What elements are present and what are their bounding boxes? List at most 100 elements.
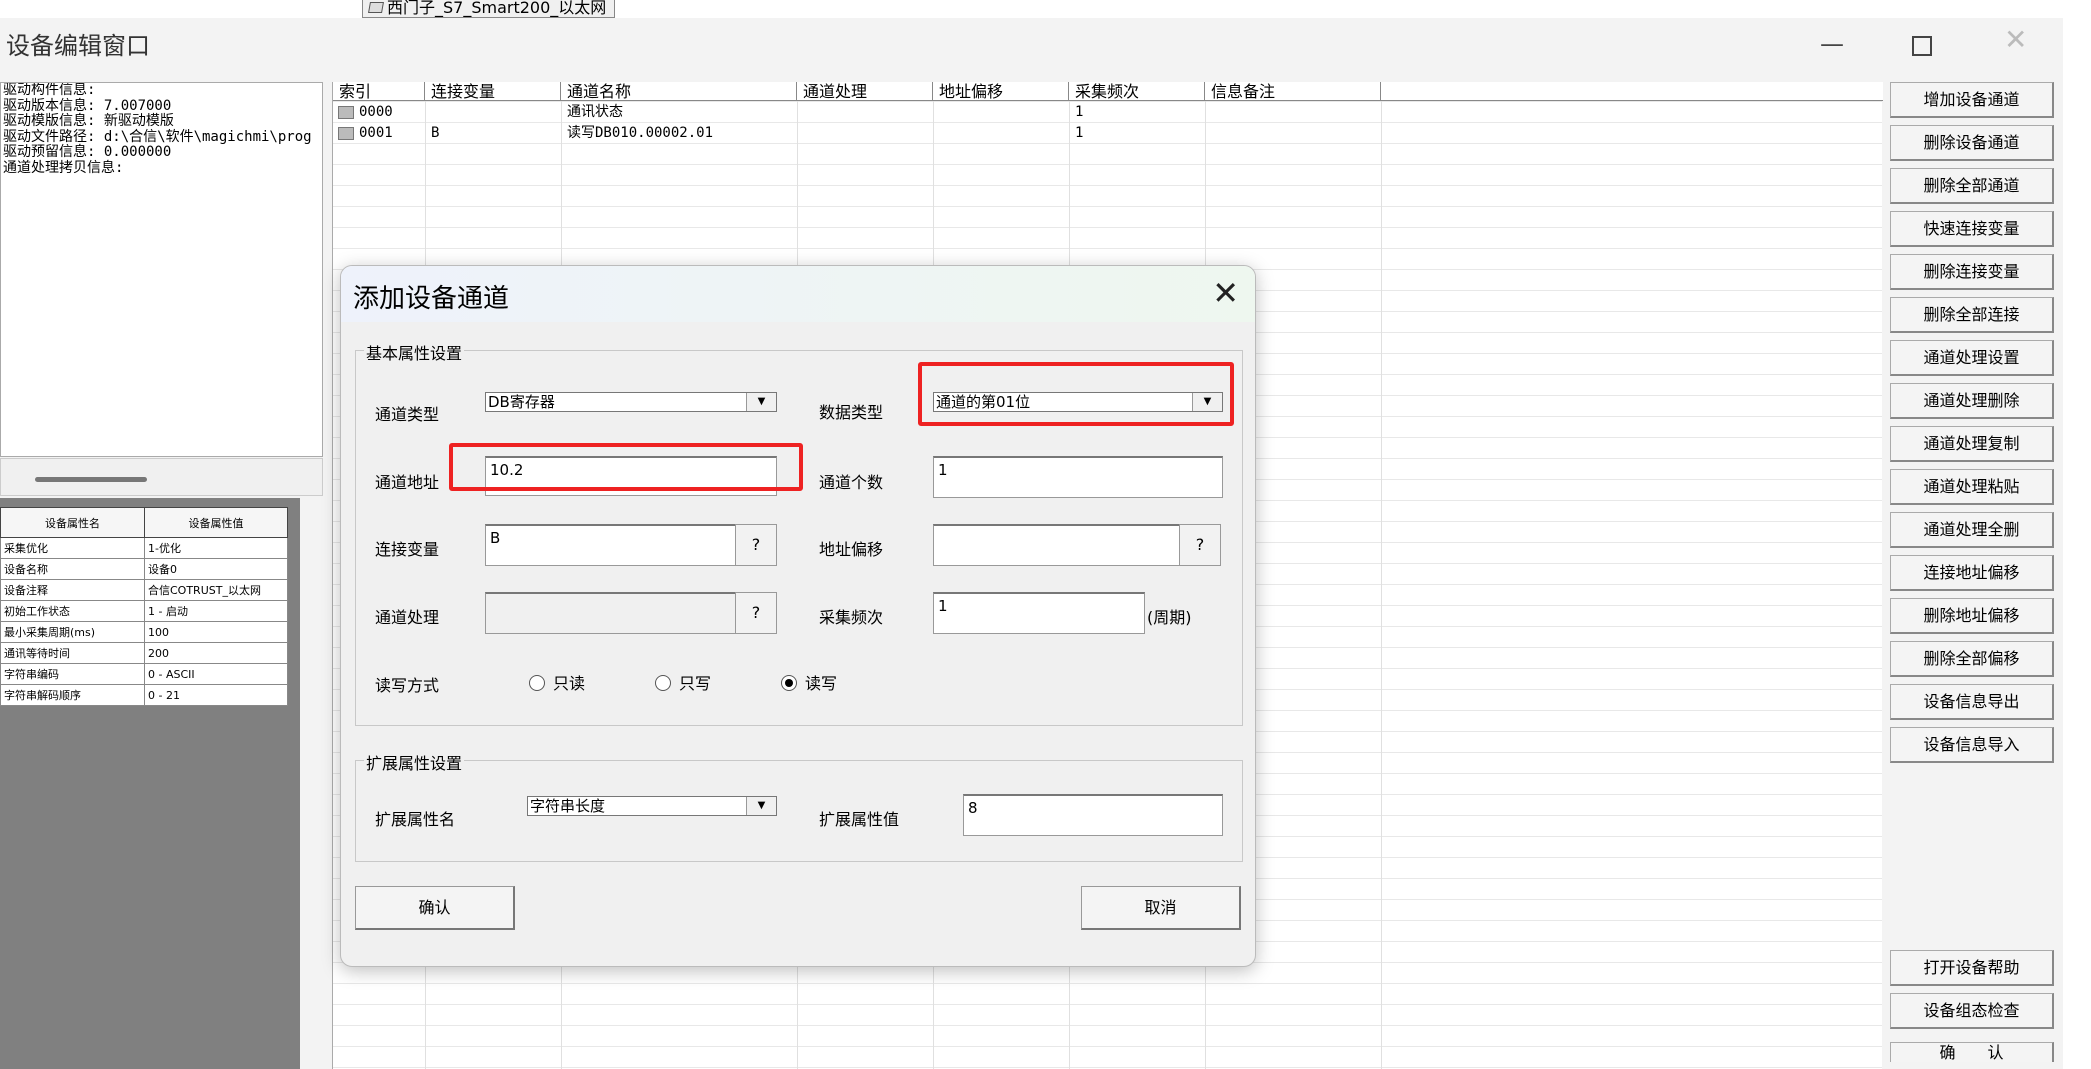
dialog-confirm-button[interactable]: 确认 [355, 886, 515, 930]
prop-value[interactable]: 1-优化 [144, 537, 288, 559]
chevron-down-icon[interactable]: ▼ [746, 393, 776, 411]
maximize-icon[interactable] [1912, 36, 1932, 56]
col-freq[interactable]: 采集频次 [1069, 82, 1205, 101]
prop-value[interactable]: 100 [144, 621, 288, 643]
prop-value[interactable]: 1 - 启动 [144, 600, 288, 622]
row-freq: 1 [1075, 104, 1084, 120]
col-index[interactable]: 索引 [333, 82, 425, 101]
offset-help-button[interactable]: ? [1179, 524, 1221, 566]
var-help-button[interactable]: ? [735, 524, 777, 566]
ext-name-select[interactable]: 字符串长度 ▼ [527, 796, 777, 816]
info-line: 驱动文件路径: d:\合信\软件\magichmi\prog [3, 128, 312, 145]
table-row[interactable]: 设备名称 设备0 [0, 558, 288, 580]
radio-read-only[interactable]: 只读 [529, 670, 585, 694]
info-line: 驱动构件信息: [3, 82, 96, 98]
table-row[interactable]: 最小采集周期(ms) 100 [0, 621, 288, 643]
info-scrollbar[interactable] [0, 458, 323, 496]
radio-write-only[interactable]: 只写 [655, 670, 711, 694]
export-info-button[interactable]: 设备信息导出 [1890, 684, 2054, 720]
ext-value-input[interactable]: 8 [963, 794, 1223, 836]
offset-input[interactable] [933, 524, 1181, 566]
radio-read-write[interactable]: 读写 [781, 670, 837, 694]
table-row[interactable]: 0000 通讯状态 1 [333, 102, 1883, 123]
table-row[interactable]: 通讯等待时间 200 [0, 642, 288, 664]
delete-all-channels-button[interactable]: 删除全部通道 [1890, 168, 2054, 204]
proc-paste-button[interactable]: 通道处理粘贴 [1890, 469, 2054, 505]
table-row[interactable]: 字符串解码顺序 0 - 21 [0, 684, 288, 706]
offset-label: 地址偏移 [819, 540, 884, 559]
table-row[interactable]: 设备注释 合信COTRUST_以太网 [0, 579, 288, 601]
group-legend: 扩展属性设置 [364, 750, 465, 774]
freq-input[interactable]: 1 [933, 592, 1145, 634]
quick-connect-var-button[interactable]: 快速连接变量 [1890, 211, 2054, 247]
col-offset[interactable]: 地址偏移 [933, 82, 1069, 101]
channel-icon [338, 106, 354, 119]
device-tab[interactable]: 西门子_S7_Smart200_以太网 [362, 0, 616, 18]
prop-value[interactable]: 0 - 21 [144, 684, 288, 706]
delete-connect-var-button[interactable]: 删除连接变量 [1890, 254, 2054, 290]
radio-label: 只写 [679, 674, 712, 693]
device-help-button[interactable]: 打开设备帮助 [1890, 950, 2054, 986]
col-proc[interactable]: 通道处理 [797, 82, 933, 101]
proc-label: 通道处理 [375, 608, 440, 627]
prop-value[interactable]: 0 - ASCII [144, 663, 288, 685]
freq-label: 采集频次 [819, 608, 884, 627]
prop-name: 设备名称 [0, 558, 145, 580]
col-note[interactable]: 信息备注 [1205, 82, 1381, 101]
import-info-button[interactable]: 设备信息导入 [1890, 727, 2054, 763]
device-property-table: 设备属性名 设备属性值 采集优化 1-优化 设备名称 设备0 设备注释 合信COTRU… [0, 507, 288, 706]
var-input[interactable]: B [485, 524, 737, 566]
prop-name: 最小采集周期(ms) [0, 621, 145, 643]
proc-delete-button[interactable]: 通道处理删除 [1890, 383, 2054, 419]
prop-value[interactable]: 设备0 [144, 558, 288, 580]
connect-offset-button[interactable]: 连接地址偏移 [1890, 555, 2054, 591]
table-row[interactable]: 采集优化 1-优化 [0, 537, 288, 559]
col-name[interactable]: 通道名称 [561, 82, 797, 101]
table-row[interactable]: 0001 B 读写DB010.00002.01 1 [333, 123, 1883, 144]
close-icon[interactable]: ✕ [2004, 26, 2027, 54]
channel-type-value: DB寄存器 [488, 393, 555, 411]
chevron-down-icon[interactable]: ▼ [746, 797, 776, 815]
count-input[interactable]: 1 [933, 456, 1223, 498]
proc-help-button[interactable]: ? [735, 592, 777, 634]
delete-channel-button[interactable]: 删除设备通道 [1890, 125, 2054, 161]
minimize-icon[interactable]: — [1820, 32, 1844, 56]
ext-name-value: 字符串长度 [530, 797, 606, 815]
delete-all-connects-button[interactable]: 删除全部连接 [1890, 297, 2054, 333]
driver-info-panel: 驱动构件信息: 驱动版本信息: 7.007000 驱动模版信息: 新驱动模版 驱… [0, 82, 323, 457]
data-type-label: 数据类型 [819, 403, 884, 422]
proc-copy-button[interactable]: 通道处理复制 [1890, 426, 2054, 462]
delete-all-offsets-button[interactable]: 删除全部偏移 [1890, 641, 2054, 677]
grid-divider [1381, 101, 1382, 1069]
dialog-cancel-button[interactable]: 取消 [1081, 886, 1241, 930]
group-legend: 基本属性设置 [364, 340, 465, 364]
delete-offset-button[interactable]: 删除地址偏移 [1890, 598, 2054, 634]
scroll-thumb[interactable] [35, 477, 147, 482]
var-label: 连接变量 [375, 540, 440, 559]
prop-name: 通讯等待时间 [0, 642, 145, 664]
proc-settings-button[interactable]: 通道处理设置 [1890, 340, 2054, 376]
prop-value[interactable]: 合信COTRUST_以太网 [144, 579, 288, 601]
info-line: 通道处理拷贝信息: [3, 159, 124, 176]
dialog-title: 添加设备通道 [353, 284, 510, 314]
row-name: 读写DB010.00002.01 [567, 125, 714, 141]
row-index: 0000 [359, 104, 393, 120]
freq-unit: (周期) [1147, 608, 1192, 627]
table-row[interactable]: 初始工作状态 1 - 启动 [0, 600, 288, 622]
col-var[interactable]: 连接变量 [425, 82, 561, 101]
prop-value[interactable]: 200 [144, 642, 288, 664]
proc-delete-all-button[interactable]: 通道处理全删 [1890, 512, 2054, 548]
radio-label: 只读 [553, 674, 586, 693]
device-check-button[interactable]: 设备组态检查 [1890, 993, 2054, 1029]
channel-type-select[interactable]: DB寄存器 ▼ [485, 392, 777, 412]
radio-selected-icon [781, 675, 797, 691]
dialog-titlebar: 添加设备通道 ✕ [341, 266, 1255, 322]
close-icon[interactable]: ✕ [1212, 274, 1239, 312]
row-var: B [431, 125, 440, 141]
confirm-button[interactable]: 确 认 [1890, 1042, 2054, 1062]
rw-label: 读写方式 [375, 676, 440, 695]
device-tab-label: 西门子_S7_Smart200_以太网 [387, 0, 607, 17]
proc-input [485, 592, 737, 634]
table-row[interactable]: 字符串编码 0 - ASCII [0, 663, 288, 685]
add-channel-button[interactable]: 增加设备通道 [1890, 82, 2054, 118]
